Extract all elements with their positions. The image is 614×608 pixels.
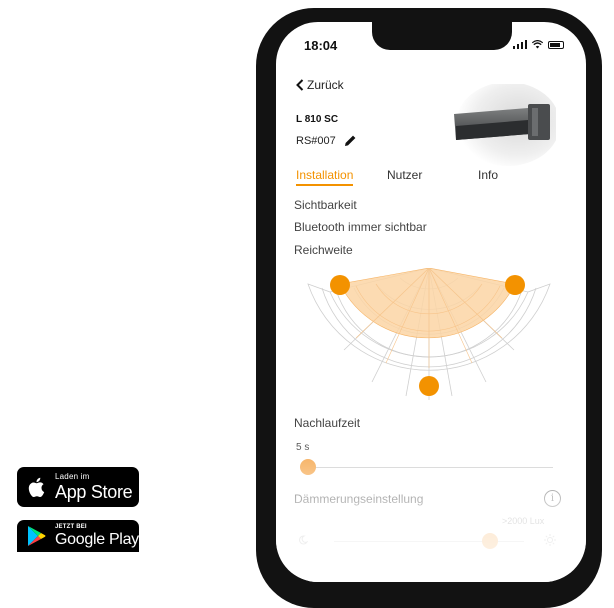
app-store-label: App Store (55, 482, 133, 502)
google-play-badge[interactable]: JETZT BEI Google Play (17, 520, 139, 552)
device-serial-row: RS#007 (296, 134, 357, 147)
apple-icon (28, 477, 45, 498)
twilight-slider-thumb[interactable] (481, 533, 498, 549)
device-model: L 810 SC (296, 114, 339, 125)
device-serial: RS#007 (296, 134, 336, 147)
status-icons (513, 40, 564, 49)
follow-up-slider-thumb[interactable] (300, 459, 316, 475)
follow-up-heading: Nachlaufzeit (294, 416, 361, 430)
follow-up-value: 5 s (296, 442, 310, 453)
google-play-icon (28, 526, 46, 546)
twilight-max-label: >2000 Lux (502, 516, 545, 526)
app-store-small-label: Laden im (55, 472, 90, 481)
app-store-badge[interactable]: Laden im App Store (17, 467, 139, 507)
bottom-fade-overlay (276, 442, 586, 582)
google-play-small-label: JETZT BEI (55, 524, 87, 530)
signal-icon (513, 40, 527, 49)
tab-nutzer[interactable]: Nutzer (387, 168, 422, 182)
tab-info[interactable]: Info (478, 168, 498, 182)
phone-notch (372, 22, 512, 50)
sun-icon (544, 534, 556, 546)
google-play-label: Google Play (55, 531, 139, 548)
range-chart[interactable] (296, 268, 562, 408)
info-icon[interactable]: i (544, 490, 561, 507)
bluetooth-visible-option[interactable]: Bluetooth immer sichtbar (294, 220, 427, 234)
moon-icon (299, 535, 308, 545)
follow-up-slider-track[interactable] (300, 467, 553, 468)
status-time: 18:04 (304, 38, 338, 53)
wifi-icon (532, 40, 543, 49)
range-heading: Reichweite (294, 243, 353, 257)
range-right-handle[interactable] (505, 275, 525, 295)
tab-bar: Installation Nutzer Info (296, 168, 556, 190)
edit-pencil-icon[interactable] (344, 134, 357, 147)
visibility-heading: Sichtbarkeit (294, 198, 357, 212)
twilight-heading: Dämmerungseinstellung (294, 492, 424, 506)
battery-icon (548, 41, 564, 49)
range-left-handle[interactable] (330, 275, 350, 295)
product-image (454, 84, 556, 166)
tab-installation[interactable]: Installation (296, 168, 354, 186)
phone-screen: 18:04 Zurück L 810 SC RS#007 Installatio… (276, 22, 586, 582)
back-label: Zurück (307, 78, 344, 92)
back-button[interactable]: Zurück (296, 78, 344, 92)
range-bottom-handle[interactable] (419, 376, 439, 396)
chevron-left-icon (296, 79, 304, 91)
